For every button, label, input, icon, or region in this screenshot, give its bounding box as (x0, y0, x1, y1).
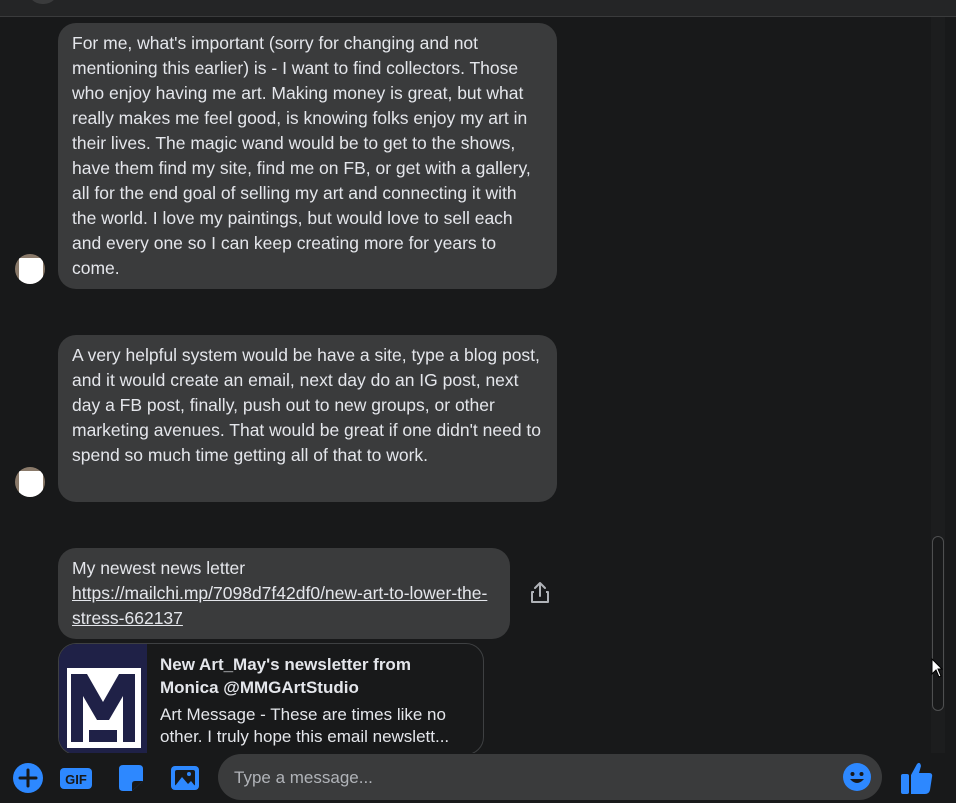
message-thread[interactable]: For me, what's important (sorry for chan… (0, 17, 945, 753)
message-bubble[interactable]: A very helpful system would be have a si… (58, 335, 557, 502)
sticker-icon[interactable] (114, 761, 148, 795)
sender-avatar[interactable] (15, 254, 45, 284)
scrollbar-thumb[interactable] (932, 536, 944, 711)
sender-avatar[interactable] (15, 467, 45, 497)
emoji-icon[interactable] (842, 762, 872, 792)
message-composer: GIF (0, 753, 956, 802)
newsletter-link[interactable]: https://mailchi.mp/7098d7f42df0/new-art-… (72, 583, 487, 628)
link-preview-description: Art Message - These are times like no ot… (160, 705, 450, 746)
conversation-header (0, 0, 956, 17)
message-input-wrapper[interactable] (218, 754, 882, 800)
message-text: For me, what's important (sorry for chan… (72, 33, 531, 278)
message-bubble[interactable]: My newest news letter https://mailchi.mp… (58, 548, 510, 639)
gif-icon[interactable]: GIF (58, 761, 94, 795)
newsletter-logo (59, 644, 147, 753)
thumbs-up-icon[interactable] (897, 758, 937, 798)
message-input[interactable] (232, 762, 836, 794)
message-text: My newest news letter (72, 558, 246, 578)
gif-label: GIF (65, 772, 87, 787)
share-icon[interactable] (529, 581, 551, 605)
message-bubble[interactable]: For me, what's important (sorry for chan… (58, 23, 557, 289)
link-preview-card[interactable]: New Art_May's newsletter from Monica @MM… (58, 643, 484, 753)
mouse-cursor-icon (931, 657, 944, 678)
link-preview-title: New Art_May's newsletter from Monica @MM… (160, 655, 411, 697)
image-icon[interactable] (168, 761, 202, 795)
contact-avatar[interactable] (28, 0, 58, 4)
plus-circle-icon[interactable] (11, 761, 45, 795)
message-text: A very helpful system would be have a si… (72, 345, 542, 465)
